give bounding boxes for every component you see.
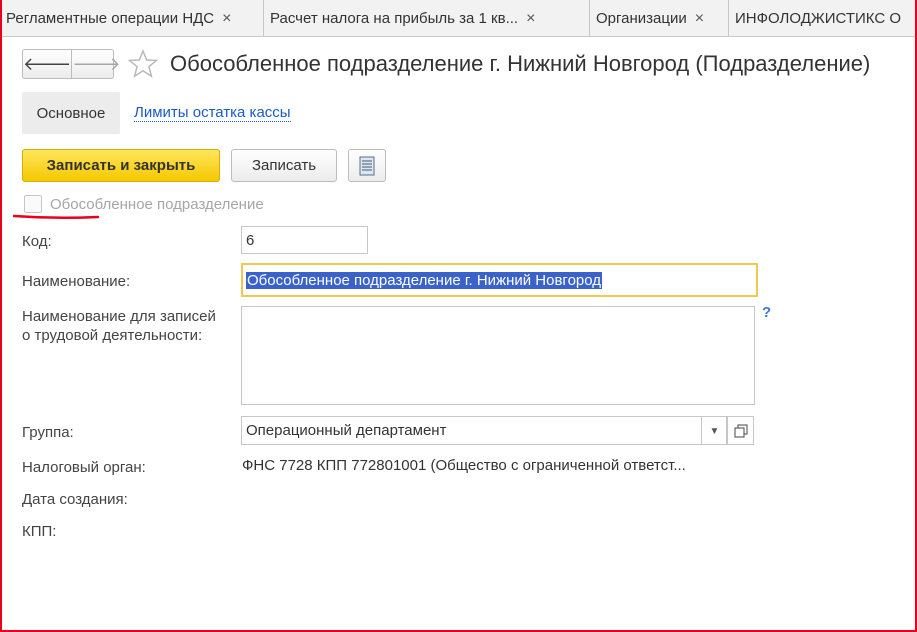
page-title: Обособленное подразделение г. Нижний Нов… (170, 51, 871, 76)
arrow-right-icon: 🡒 (72, 53, 121, 74)
forward-button[interactable]: 🡒 (71, 50, 121, 78)
code-label: Код: (22, 233, 52, 250)
tab-label: Расчет налога на прибыль за 1 кв... (270, 10, 519, 27)
open-window-icon (733, 423, 748, 438)
tab-label: Организации (596, 10, 687, 27)
back-button[interactable]: 🡐 (23, 50, 71, 78)
group-open-button[interactable] (727, 416, 754, 445)
list-icon (359, 156, 375, 175)
group-label: Группа: (22, 424, 74, 441)
section-tab-cash-limits[interactable]: Лимиты остатка кассы (134, 104, 291, 122)
close-icon[interactable]: × (526, 10, 535, 28)
labor-name-label-line1: Наименование для записей (22, 308, 216, 325)
save-button[interactable]: Записать (231, 149, 337, 182)
code-input[interactable]: 6 (241, 226, 368, 254)
star-icon (128, 49, 158, 78)
tab-profit-tax[interactable]: Расчет налога на прибыль за 1 кв... × (264, 0, 590, 36)
close-icon[interactable]: × (222, 10, 231, 28)
save-and-close-button[interactable]: Записать и закрыть (22, 149, 220, 182)
tab-infologistics[interactable]: ИНФОЛОДЖИСТИКС О (729, 0, 917, 36)
section-tab-main[interactable]: Основное (22, 92, 120, 134)
separate-division-checkbox[interactable] (24, 195, 42, 213)
tab-bar: Регламентные операции НДС × Расчет налог… (0, 0, 917, 37)
group-dropdown-button[interactable]: ▼ (701, 417, 727, 445)
tab-label: ИНФОЛОДЖИСТИКС О (735, 10, 902, 27)
name-value: Обособленное подразделение г. Нижний Нов… (246, 271, 603, 289)
tax-authority-value[interactable]: ФНС 7728 КПП 772801001 (Общество с огран… (242, 457, 686, 474)
group-value: Операционный департамент (246, 422, 447, 439)
tab-label: Регламентные операции НДС (6, 10, 215, 27)
close-icon[interactable]: × (695, 10, 704, 28)
creation-date-label: Дата создания: (22, 491, 128, 508)
help-icon[interactable]: ? (762, 304, 771, 321)
labor-name-textarea[interactable] (241, 306, 755, 405)
tab-vat-operations[interactable]: Регламентные операции НДС × (0, 0, 264, 36)
name-label: Наименование: (22, 273, 131, 290)
red-underline-annotation (13, 214, 99, 220)
more-actions-button[interactable] (348, 149, 386, 182)
favorite-button[interactable] (127, 47, 159, 81)
arrow-left-icon: 🡐 (23, 53, 72, 74)
tax-authority-label: Налоговый орган: (22, 459, 146, 476)
separate-division-label: Обособленное подразделение (50, 196, 264, 213)
tab-organizations[interactable]: Организации × (590, 0, 729, 36)
kpp-label: КПП: (22, 523, 57, 540)
labor-name-label-line2: о трудовой деятельности: (22, 327, 203, 344)
code-value: 6 (246, 231, 255, 249)
group-select[interactable]: Операционный департамент (241, 416, 727, 445)
chevron-down-icon: ▼ (709, 425, 720, 437)
name-input[interactable]: Обособленное подразделение г. Нижний Нов… (241, 263, 758, 297)
navigation-group: 🡐 🡒 (22, 49, 121, 79)
